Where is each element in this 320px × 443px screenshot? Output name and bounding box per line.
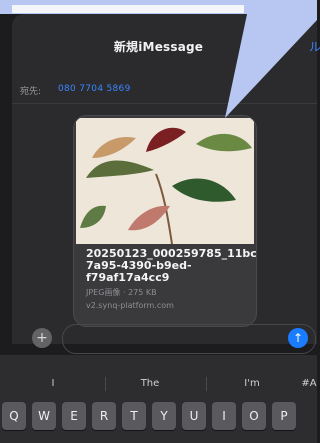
suggestion-more[interactable]: #A xyxy=(298,373,320,395)
plus-icon: + xyxy=(36,330,48,346)
preview-text: 20250123_000259785_11bc53fb-7a95-4390-b9… xyxy=(86,247,257,311)
preview-meta: JPEG画像 · 275 KB xyxy=(86,288,157,297)
suggestion-divider xyxy=(206,377,207,391)
send-button[interactable]: ↑ xyxy=(288,328,308,348)
key-u[interactable]: U xyxy=(182,402,206,430)
key-e[interactable]: E xyxy=(62,402,86,430)
key-p[interactable]: P xyxy=(272,402,296,430)
suggestion-im[interactable]: I'm xyxy=(212,373,292,395)
cancel-button[interactable]: ル xyxy=(309,38,320,55)
suggestion-i[interactable]: I xyxy=(18,373,88,395)
plant-photo xyxy=(76,118,254,245)
suggestion-the[interactable]: The xyxy=(110,373,190,395)
top-white-strip xyxy=(12,5,244,13)
suggestion-divider xyxy=(105,377,106,391)
recipient-number[interactable]: 080 7704 5869 xyxy=(58,84,131,94)
suggestion-bar: I The I'm #A xyxy=(0,373,317,395)
keyboard-row-1: Q W E R T Y U I O P xyxy=(0,402,317,430)
send-arrow-icon: ↑ xyxy=(292,331,304,345)
preview-filename: 20250123_000259785_11bc53fb-7a95-4390-b9… xyxy=(86,247,257,284)
link-preview-bubble[interactable]: 20250123_000259785_11bc53fb-7a95-4390-b9… xyxy=(73,115,257,327)
preview-domain: v2.synq-platform.com xyxy=(86,301,174,310)
message-input[interactable] xyxy=(62,324,316,354)
key-q[interactable]: Q xyxy=(2,402,26,430)
plus-button[interactable]: + xyxy=(32,328,52,348)
key-o[interactable]: O xyxy=(242,402,266,430)
new-imessage-title: 新規iMessage xyxy=(113,40,204,54)
key-i[interactable]: I xyxy=(212,402,236,430)
key-w[interactable]: W xyxy=(32,402,56,430)
recipient-label: 宛先: xyxy=(20,87,42,97)
key-y[interactable]: Y xyxy=(152,402,176,430)
key-t[interactable]: T xyxy=(122,402,146,430)
plant-photo-drawing xyxy=(76,118,254,245)
key-r[interactable]: R xyxy=(92,402,116,430)
